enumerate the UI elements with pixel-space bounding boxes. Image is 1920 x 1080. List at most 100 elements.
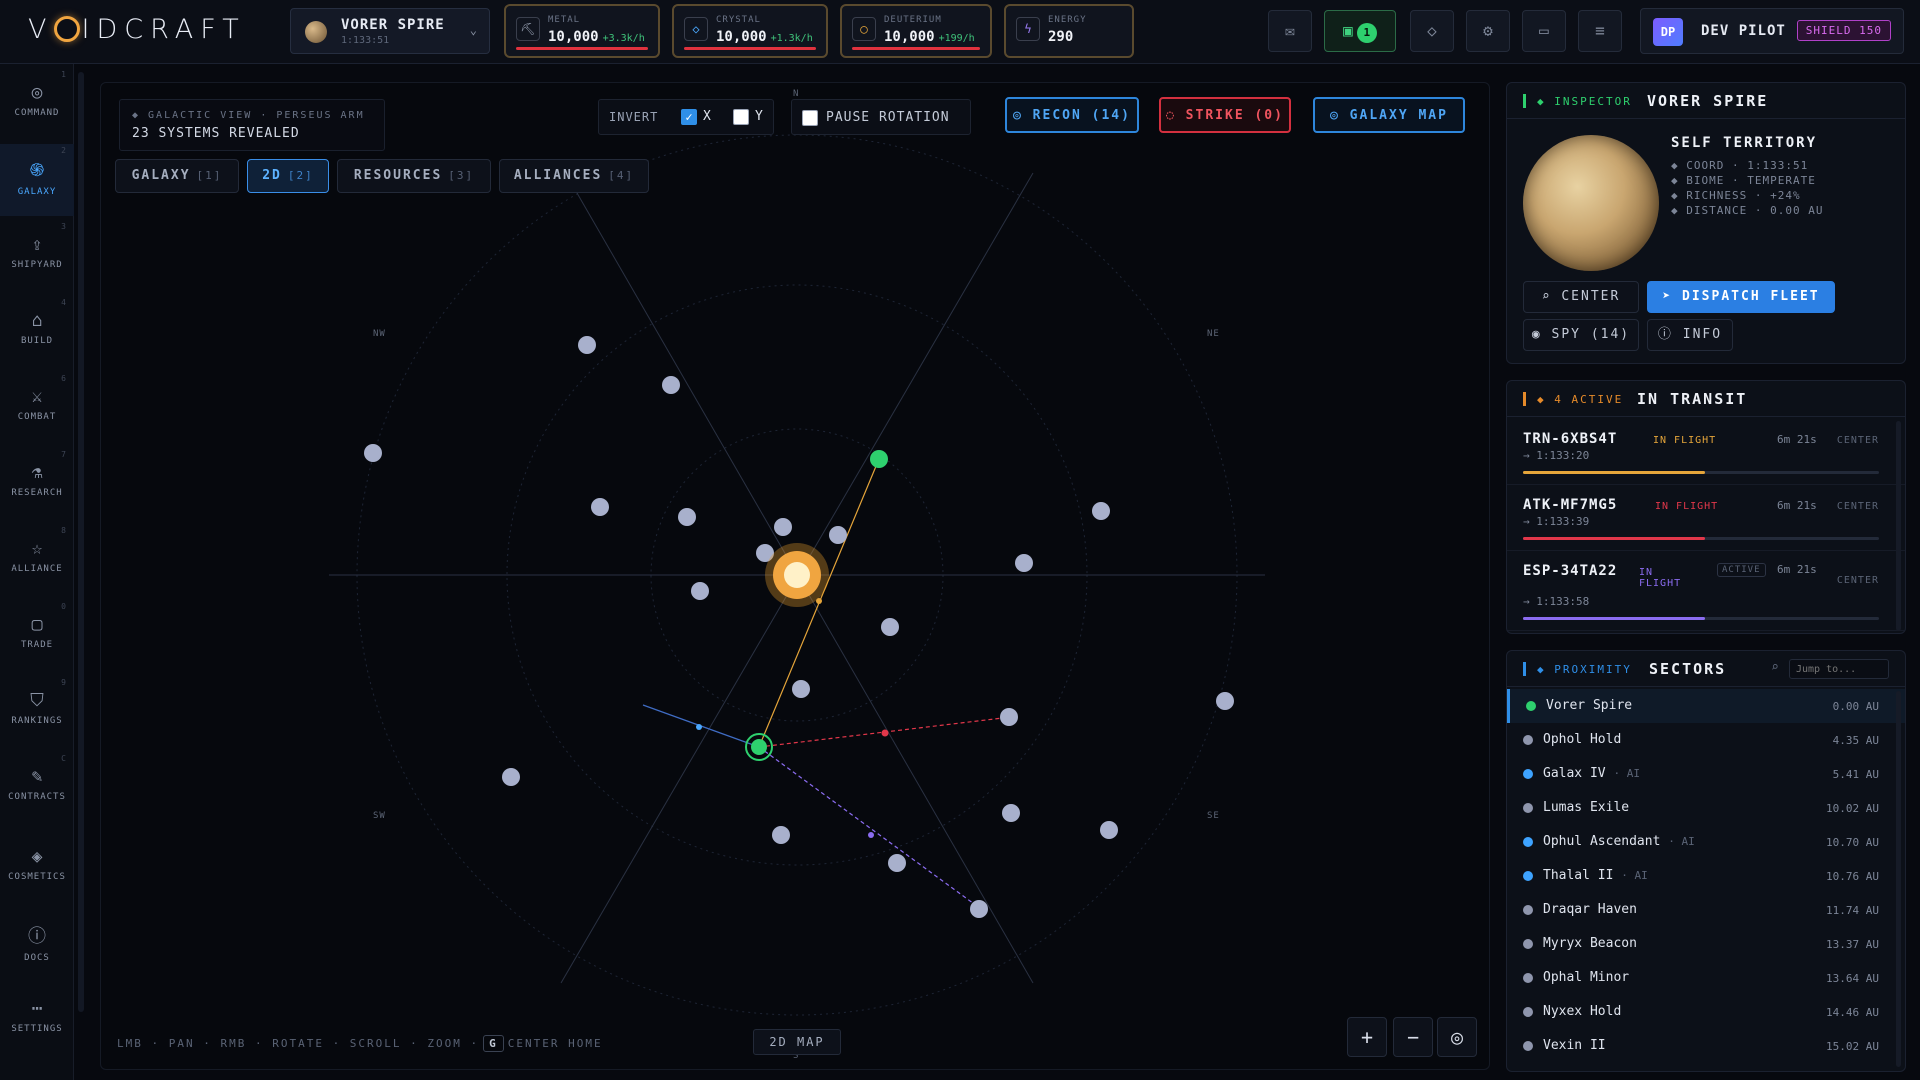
energy-resource[interactable]: ϟ ENERGY 290 bbox=[1004, 4, 1134, 58]
system-node[interactable] bbox=[970, 900, 988, 918]
system-node[interactable] bbox=[881, 618, 899, 636]
sector-row[interactable]: Lumas Exile 10.02 AU bbox=[1507, 791, 1905, 825]
sector-search-input[interactable] bbox=[1789, 659, 1889, 679]
sidebar-item-trade[interactable]: 0 ▢ TRADE bbox=[0, 600, 74, 672]
galaxy-map-viewport[interactable]: ◆ GALACTIC VIEW · PERSEUS ARM 23 SYSTEMS… bbox=[100, 82, 1490, 1070]
system-node[interactable] bbox=[678, 508, 696, 526]
fleet-row[interactable]: TRN-6XBS4T IN FLIGHT 6m 21s CENTER → 1:1… bbox=[1507, 419, 1905, 485]
deuterium-resource[interactable]: ◯ DEUTERIUM 10,000 +199/h bbox=[840, 4, 992, 58]
sidebar-item-research[interactable]: 7 ⚗ RESEARCH bbox=[0, 448, 74, 520]
spy-button[interactable]: ◉ SPY (14) bbox=[1523, 319, 1639, 351]
system-node[interactable] bbox=[502, 768, 520, 786]
galaxy-map-button[interactable]: ◎ GALAXY MAP bbox=[1313, 97, 1465, 133]
system-node[interactable] bbox=[1015, 554, 1033, 572]
sector-status-dot bbox=[1523, 837, 1533, 847]
fleet-center-link[interactable]: CENTER bbox=[1837, 435, 1879, 446]
energy-value: 290 bbox=[1048, 29, 1074, 45]
sidebar-item-galaxy[interactable]: 2 ֍ GALAXY bbox=[0, 144, 74, 216]
sidebar-item-build[interactable]: 4 ⌂ BUILD bbox=[0, 296, 74, 368]
system-node[interactable] bbox=[591, 498, 609, 516]
fleet-center-link[interactable]: CENTER bbox=[1837, 575, 1879, 586]
inspector-kicker: ◆ INSPECTOR bbox=[1537, 95, 1632, 108]
system-node[interactable] bbox=[1100, 821, 1118, 839]
system-node[interactable] bbox=[1216, 692, 1234, 710]
dispatch-fleet-button[interactable]: ➤ DISPATCH FLEET bbox=[1647, 281, 1835, 313]
allied-system-node[interactable] bbox=[870, 450, 888, 468]
sector-row[interactable]: Draqar Haven 11.74 AU bbox=[1507, 893, 1905, 927]
planet-selector[interactable]: VORER SPIRE 1:133:51 ⌄ bbox=[290, 8, 490, 54]
tab-alliances[interactable]: ALLIANCES [4] bbox=[499, 159, 649, 193]
mail-icon[interactable]: ✉ bbox=[1268, 10, 1312, 52]
galaxy-map-canvas[interactable] bbox=[101, 83, 1490, 1070]
tasks-button[interactable]: ▣ 1 bbox=[1324, 10, 1396, 52]
fleet-center-link[interactable]: CENTER bbox=[1837, 501, 1879, 512]
diamond-icon[interactable]: ◇ bbox=[1410, 10, 1454, 52]
system-node[interactable] bbox=[1000, 708, 1018, 726]
sidebar-item-docs[interactable]: ⓘ DOCS bbox=[0, 908, 74, 980]
system-node[interactable] bbox=[662, 376, 680, 394]
invert-y-checkbox[interactable] bbox=[733, 109, 749, 125]
system-node[interactable] bbox=[691, 582, 709, 600]
pause-rotation-toggle[interactable]: PAUSE ROTATION bbox=[791, 99, 971, 135]
sector-row[interactable]: Ophal Minor 13.64 AU bbox=[1507, 961, 1905, 995]
fleet-row[interactable]: ESP-34TA22 IN FLIGHT ACTIVE 6m 21s CENTE… bbox=[1507, 551, 1905, 631]
system-node[interactable] bbox=[774, 518, 792, 536]
zoom-in-button[interactable]: + bbox=[1347, 1017, 1387, 1057]
metal-resource[interactable]: ⛏ METAL 10,000 +3.3k/h bbox=[504, 4, 660, 58]
system-node[interactable] bbox=[888, 854, 906, 872]
sidebar-item-alliance[interactable]: 8 ☆ ALLIANCE bbox=[0, 524, 74, 596]
crystal-resource[interactable]: ◇ CRYSTAL 10,000 +1.3k/h bbox=[672, 4, 828, 58]
sector-row[interactable]: Vorer Spire 0.00 AU bbox=[1507, 689, 1905, 723]
list-icon[interactable]: ≡ bbox=[1578, 10, 1622, 52]
central-star[interactable] bbox=[765, 543, 829, 607]
sidebar-item-combat[interactable]: 6 ⚔ COMBAT bbox=[0, 372, 74, 444]
system-node[interactable] bbox=[772, 826, 790, 844]
sidebar-item-command[interactable]: 1 ◎ COMMAND bbox=[0, 68, 74, 140]
tab-resources[interactable]: RESOURCES [3] bbox=[337, 159, 491, 193]
settings-gear-icon[interactable]: ⚙ bbox=[1466, 10, 1510, 52]
user-profile[interactable]: DP DEV PILOT SHIELD 150 bbox=[1640, 8, 1904, 54]
invert-x-checkbox[interactable]: ✓ bbox=[681, 109, 697, 125]
sidebar-item-rankings[interactable]: 9 ⛉ RANKINGS bbox=[0, 676, 74, 748]
recenter-button[interactable]: ◎ bbox=[1437, 1017, 1477, 1057]
galactic-view-header: ◆ GALACTIC VIEW · PERSEUS ARM 23 SYSTEMS… bbox=[119, 99, 385, 151]
sidebar-scrollbar[interactable] bbox=[78, 72, 84, 1012]
transit-scrollbar[interactable] bbox=[1896, 421, 1901, 631]
shortcut-number: 9 bbox=[61, 678, 66, 687]
system-node[interactable] bbox=[1002, 804, 1020, 822]
sidebar-item-contracts[interactable]: C ✎ CONTRACTS bbox=[0, 752, 74, 824]
sector-scrollbar[interactable] bbox=[1896, 691, 1901, 1067]
voidcraft-logo[interactable]: V IDCRAFT bbox=[28, 14, 246, 45]
tab-galaxy[interactable]: GALAXY [1] bbox=[115, 159, 239, 193]
sidebar-item-shipyard[interactable]: 3 ⇪ SHIPYARD bbox=[0, 220, 74, 292]
book-icon[interactable]: ▭ bbox=[1522, 10, 1566, 52]
sector-row[interactable]: Galax IV · AI 5.41 AU bbox=[1507, 757, 1905, 791]
fleet-row[interactable]: ATK-MF7MG5 IN FLIGHT 6m 21s CENTER → 1:1… bbox=[1507, 485, 1905, 551]
system-node[interactable] bbox=[364, 444, 382, 462]
pause-rotation-checkbox[interactable] bbox=[802, 110, 818, 126]
sector-row[interactable]: Thalal II · AI 10.76 AU bbox=[1507, 859, 1905, 893]
sector-status-dot bbox=[1523, 905, 1533, 915]
recon-button[interactable]: ◎ RECON (14) bbox=[1005, 97, 1139, 133]
systems[interactable] bbox=[364, 336, 1234, 918]
sector-row[interactable]: Ophol Hold 4.35 AU bbox=[1507, 723, 1905, 757]
center-button[interactable]: ⌕ CENTER bbox=[1523, 281, 1639, 313]
sector-row[interactable]: Myryx Beacon 13.37 AU bbox=[1507, 927, 1905, 961]
sector-row[interactable]: Ophul Ascendant · AI 10.70 AU bbox=[1507, 825, 1905, 859]
info-button[interactable]: ⓘ INFO bbox=[1647, 319, 1733, 351]
sector-row[interactable]: Vexin II 15.02 AU bbox=[1507, 1029, 1905, 1063]
strike-button[interactable]: ◌ STRIKE (0) bbox=[1159, 97, 1291, 133]
system-node[interactable] bbox=[829, 526, 847, 544]
home-system-node[interactable] bbox=[751, 739, 767, 755]
transit-title: IN TRANSIT bbox=[1637, 390, 1748, 408]
sidebar-item-settings[interactable]: ⋯ SETTINGS bbox=[0, 984, 74, 1056]
sidebar-item-label: RESEARCH bbox=[11, 488, 63, 498]
zoom-out-button[interactable]: − bbox=[1393, 1017, 1433, 1057]
sector-row[interactable]: Nyxex Hold 14.46 AU bbox=[1507, 995, 1905, 1029]
system-node[interactable] bbox=[792, 680, 810, 698]
fleet-marker bbox=[881, 729, 889, 737]
tab-2d[interactable]: 2D [2] bbox=[247, 159, 329, 193]
system-node[interactable] bbox=[1092, 502, 1110, 520]
sidebar-item-cosmetics[interactable]: ◈ COSMETICS bbox=[0, 832, 74, 904]
system-node[interactable] bbox=[578, 336, 596, 354]
